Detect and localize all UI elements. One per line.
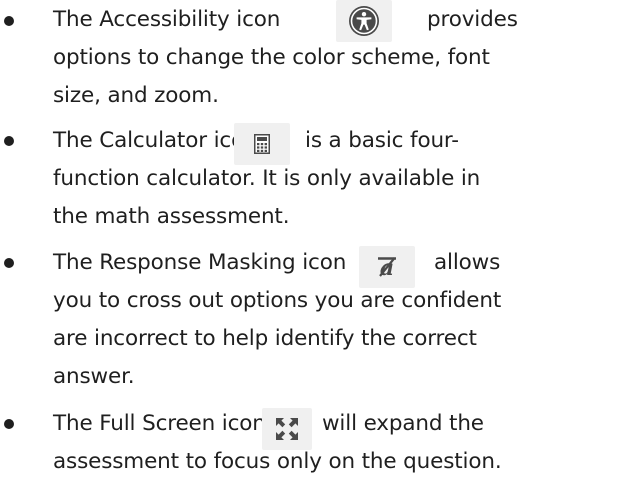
item-text-line: are incorrect to help identify the corre… <box>53 326 477 351</box>
item-text-line: function calculator. It is only availabl… <box>53 166 481 191</box>
item-text-line: The Full Screen icon <box>53 411 266 436</box>
item-text-line: the math assessment. <box>53 204 290 229</box>
response-masking-icon: a <box>359 246 415 288</box>
bullet-point <box>4 419 14 429</box>
response-masking-icon-glyph: a <box>378 255 396 279</box>
item-text-line: assessment to focus only on the question… <box>53 449 502 474</box>
accessibility-icon-glyph <box>349 6 379 36</box>
item-text-line: will expand the <box>322 411 484 436</box>
calculator-icon-glyph <box>254 134 270 154</box>
item-text-line: answer. <box>53 364 135 389</box>
item-text-line: The Accessibility icon <box>53 7 281 32</box>
item-text-line: size, and zoom. <box>53 83 219 108</box>
item-text-line: The Response Masking icon <box>53 250 347 275</box>
full-screen-icon <box>262 408 312 450</box>
item-text-line: is a basic four- <box>305 128 459 153</box>
item-text-line: provides <box>427 7 518 32</box>
item-text-line: allows <box>434 250 501 275</box>
item-text-line: The Calculator icon <box>53 128 258 153</box>
accessibility-icon <box>336 0 392 42</box>
item-text-line: you to cross out options you are confide… <box>53 288 502 313</box>
calculator-icon <box>234 123 290 165</box>
bullet-point <box>4 258 14 268</box>
item-text-line: options to change the color scheme, font <box>53 45 490 70</box>
bullet-point <box>4 136 14 146</box>
full-screen-icon-glyph <box>276 418 298 440</box>
bullet-point <box>4 16 14 26</box>
